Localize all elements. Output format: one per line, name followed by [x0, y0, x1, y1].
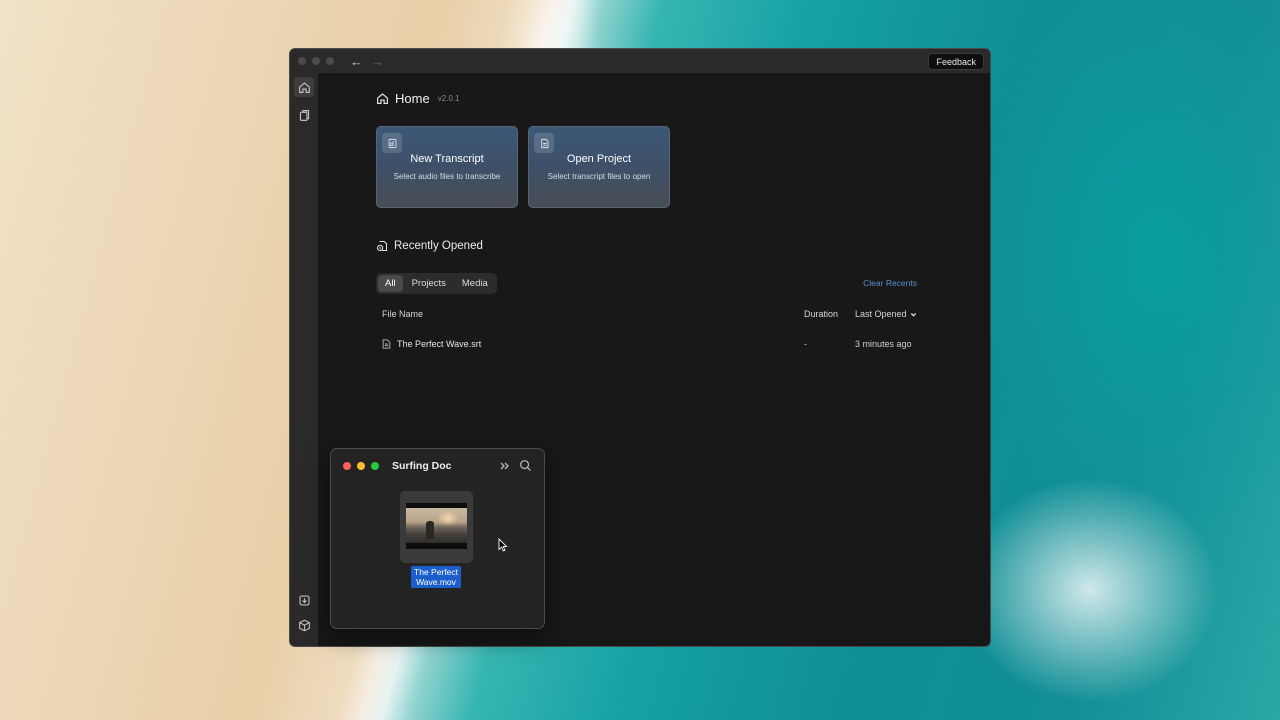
sidebar-item-home[interactable]	[294, 77, 314, 97]
document-icon	[534, 133, 554, 153]
recently-opened-heading: Recently Opened	[376, 240, 918, 252]
minimize-window-button[interactable]	[312, 57, 320, 65]
video-thumbnail-image	[406, 508, 467, 543]
card-subtitle: Select transcript files to open	[547, 172, 651, 181]
home-icon	[298, 81, 310, 93]
recent-filter-tabs: All Projects Media	[376, 273, 497, 294]
last-opened-cell: 3 minutes ago	[855, 339, 912, 349]
sidebar-item-files[interactable]	[294, 105, 314, 125]
column-file-name[interactable]: File Name	[382, 309, 423, 319]
thumbnail-surfer-figure	[426, 521, 434, 539]
table-row[interactable]: The Perfect Wave.srt - 3 minutes ago	[376, 333, 918, 357]
feedback-button[interactable]: Feedback	[928, 53, 984, 70]
file-icon	[382, 339, 391, 349]
finder-zoom-button[interactable]	[371, 462, 379, 470]
sidebar-item-import[interactable]	[294, 590, 314, 610]
files-icon	[299, 109, 309, 121]
sidebar-item-account[interactable]	[294, 643, 314, 648]
finder-window-controls	[343, 462, 379, 470]
tab-media[interactable]: Media	[455, 275, 495, 292]
video-file-name[interactable]: The Perfect Wave.mov	[411, 566, 461, 588]
video-file-item[interactable]	[400, 491, 473, 563]
finder-close-button[interactable]	[343, 462, 351, 470]
finder-minimize-button[interactable]	[357, 462, 365, 470]
duration-cell: -	[804, 339, 807, 349]
double-chevron-icon[interactable]	[499, 459, 511, 471]
finder-title: Surfing Doc	[392, 460, 452, 472]
column-duration[interactable]: Duration	[804, 309, 838, 319]
navigation-arrows: ← →	[350, 54, 384, 69]
window-controls	[298, 57, 334, 65]
finder-window: Surfing Doc The Perfect Wave.mov	[330, 448, 545, 629]
version-label: v2.0.1	[437, 94, 460, 103]
page-title-text: Home	[395, 91, 430, 106]
new-transcript-icon	[382, 133, 402, 153]
sidebar-item-packages[interactable]	[294, 615, 314, 635]
arrow-left-icon[interactable]: ←	[350, 54, 363, 69]
arrow-right-icon[interactable]: →	[371, 54, 384, 69]
user-circle-icon	[298, 647, 311, 648]
home-icon	[377, 93, 388, 104]
clear-recents-link[interactable]: Clear Recents	[863, 278, 917, 288]
recent-filter-row: All Projects Media Clear Recents	[376, 273, 918, 294]
card-title: Open Project	[566, 153, 632, 165]
mouse-cursor-icon	[498, 538, 508, 552]
sidebar	[290, 73, 318, 646]
new-transcript-card[interactable]: New Transcript Select audio files to tra…	[376, 126, 518, 208]
action-cards: New Transcript Select audio files to tra…	[376, 126, 918, 208]
page-title: Home v2.0.1	[376, 91, 918, 106]
chevron-down-icon	[910, 312, 916, 317]
home-content: Home v2.0.1 New Transcript Select audio …	[376, 91, 918, 357]
column-last-opened-label: Last Opened	[855, 309, 907, 319]
search-icon[interactable]	[519, 459, 532, 472]
open-project-card[interactable]: Open Project Select transcript files to …	[528, 126, 670, 208]
zoom-window-button[interactable]	[326, 57, 334, 65]
close-window-button[interactable]	[298, 57, 306, 65]
card-title: New Transcript	[410, 153, 484, 165]
card-subtitle: Select audio files to transcribe	[393, 172, 501, 181]
title-bar: ← → Feedback	[290, 49, 990, 73]
file-name-cell: The Perfect Wave.srt	[382, 339, 481, 349]
tab-all[interactable]: All	[378, 275, 403, 292]
recent-file-icon	[376, 240, 388, 252]
recently-opened-title: Recently Opened	[394, 240, 483, 252]
video-thumbnail	[406, 503, 467, 549]
column-last-opened[interactable]: Last Opened	[855, 309, 917, 319]
tab-projects[interactable]: Projects	[405, 275, 453, 292]
file-name: The Perfect Wave.srt	[397, 339, 482, 349]
recent-table-header: File Name Duration Last Opened	[376, 306, 918, 322]
import-icon	[298, 594, 310, 606]
box-icon	[298, 619, 310, 631]
